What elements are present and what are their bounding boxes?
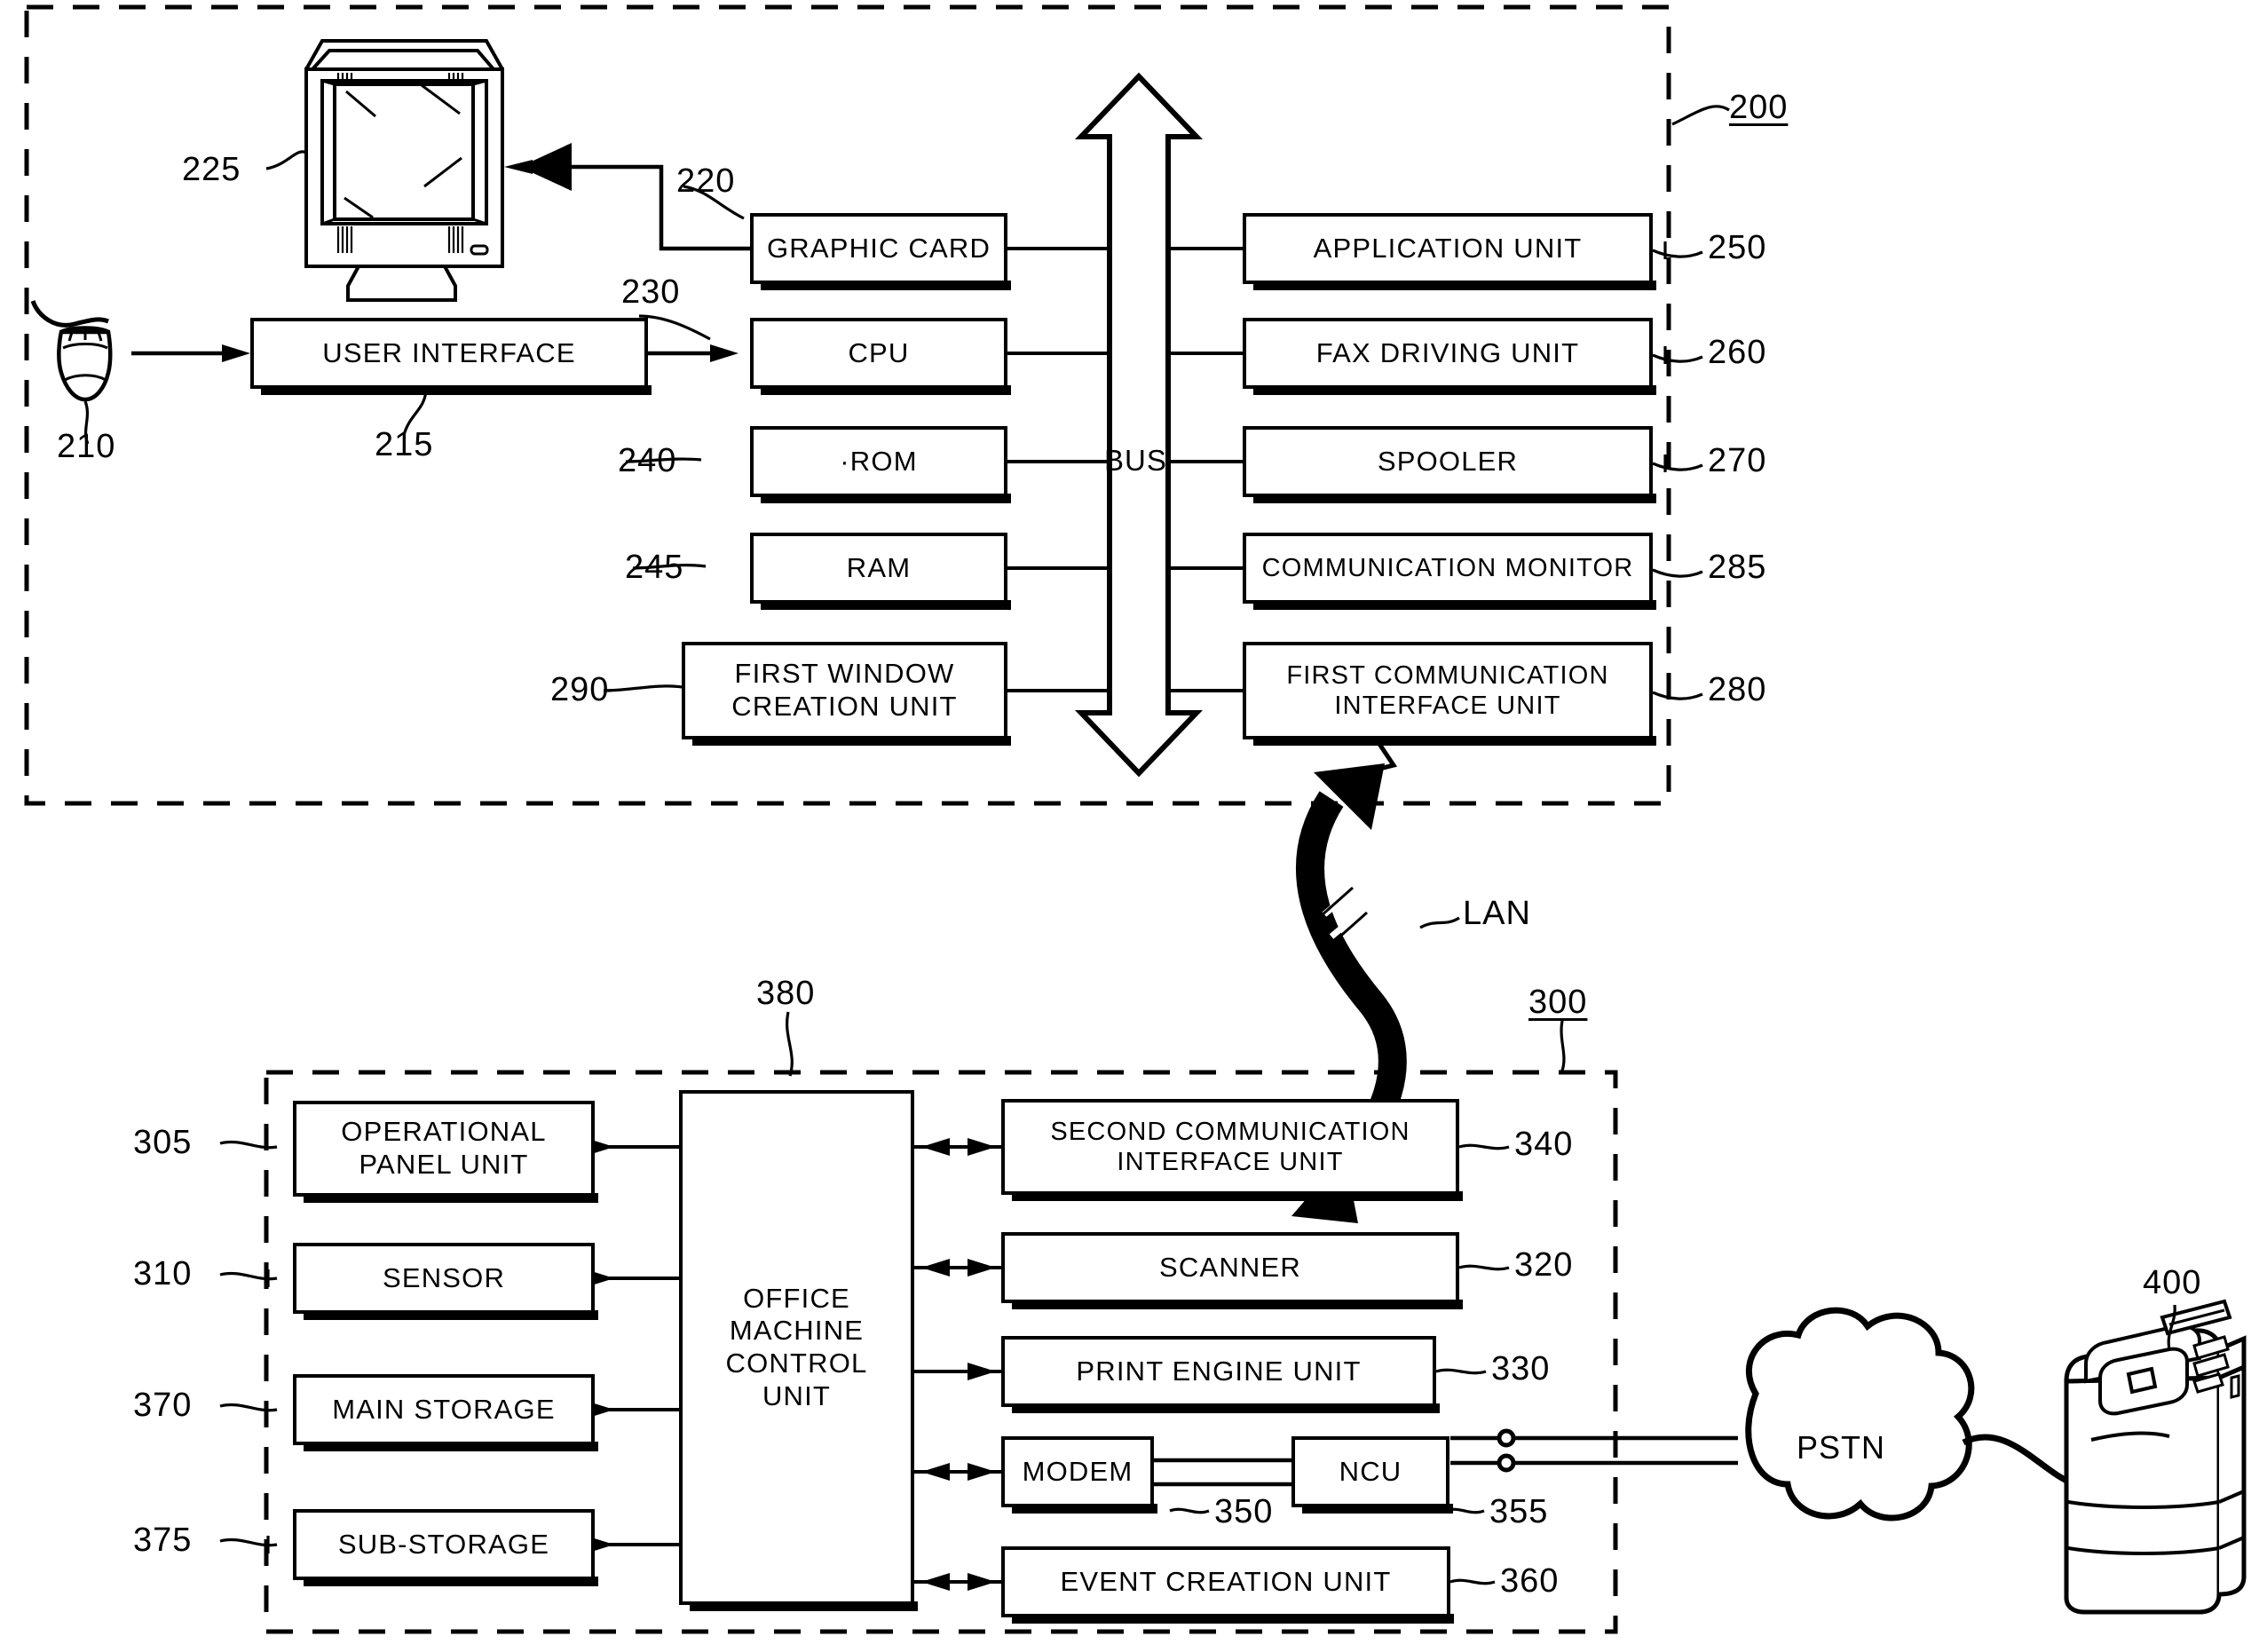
block-first-window-creation-unit-label: FIRST WINDOW CREATION UNIT <box>731 658 958 722</box>
block-ncu-label: NCU <box>1339 1455 1402 1487</box>
block-user-interface[interactable]: USER INTERFACE <box>250 318 652 395</box>
lan-label: LAN <box>1463 895 1531 932</box>
block-ncu[interactable]: NCU <box>1291 1436 1453 1514</box>
block-modem[interactable]: MODEM <box>1001 1436 1157 1514</box>
block-second-communication-interface-unit-label: SECOND COMMUNICATION INTERFACE UNIT <box>1050 1117 1410 1176</box>
block-communication-monitor-label: COMMUNICATION MONITOR <box>1261 553 1634 582</box>
ref-270: 270 <box>1708 442 1767 479</box>
block-print-engine-unit[interactable]: PRINT ENGINE UNIT <box>1001 1336 1440 1413</box>
ref-210: 210 <box>57 428 116 465</box>
block-first-window-creation-unit[interactable]: FIRST WINDOW CREATION UNIT <box>682 642 1011 746</box>
mouse-illustration <box>30 300 113 402</box>
host-left-wires <box>1007 247 1110 692</box>
fax-machine-illustration <box>2064 1299 2247 1615</box>
ref-250: 250 <box>1708 229 1767 266</box>
block-fax-driving-unit-label: FAX DRIVING UNIT <box>1315 336 1580 368</box>
ref-400: 400 <box>2143 1264 2202 1301</box>
ref-280: 280 <box>1708 671 1767 708</box>
block-cpu-label: CPU <box>848 336 910 368</box>
block-main-storage-label: MAIN STORAGE <box>332 1393 556 1425</box>
block-spooler-label: SPOOLER <box>1377 445 1519 477</box>
block-fax-driving-unit[interactable]: FAX DRIVING UNIT <box>1243 318 1656 395</box>
pstn-to-fax-cable <box>1962 1434 2077 1488</box>
block-print-engine-unit-label: PRINT ENGINE UNIT <box>1076 1355 1362 1387</box>
block-scanner-label: SCANNER <box>1159 1251 1301 1283</box>
block-ram-label: RAM <box>846 551 912 583</box>
block-office-machine-control-unit[interactable]: OFFICE MACHINE CONTROL UNIT <box>679 1090 918 1611</box>
block-sub-storage-label: SUB-STORAGE <box>337 1528 550 1560</box>
ref-260: 260 <box>1708 334 1767 371</box>
ref-285: 285 <box>1708 549 1767 586</box>
block-main-storage[interactable]: MAIN STORAGE <box>293 1374 598 1451</box>
block-operational-panel-unit[interactable]: OPERATIONAL PANEL UNIT <box>293 1101 598 1203</box>
block-sensor-label: SENSOR <box>382 1261 506 1293</box>
block-sub-storage[interactable]: SUB-STORAGE <box>293 1509 598 1586</box>
ref-230: 230 <box>621 273 681 311</box>
ncu-to-pstn-wires <box>1450 1428 1738 1473</box>
block-communication-monitor[interactable]: COMMUNICATION MONITOR <box>1243 533 1656 610</box>
ref-215: 215 <box>375 426 434 463</box>
block-cpu[interactable]: CPU <box>750 318 1011 395</box>
ref-245: 245 <box>625 549 684 586</box>
ref-360: 360 <box>1500 1562 1560 1600</box>
ref-305: 305 <box>133 1124 193 1161</box>
pstn-cloud <box>1745 1307 1975 1522</box>
block-first-communication-interface-unit[interactable]: FIRST COMMUNICATION INTERFACE UNIT <box>1243 642 1656 746</box>
block-second-communication-interface-unit[interactable]: SECOND COMMUNICATION INTERFACE UNIT <box>1001 1099 1463 1201</box>
ref-240: 240 <box>618 442 677 479</box>
ref-200: 200 <box>1729 89 1789 126</box>
block-rom-label: ·ROM <box>840 445 918 477</box>
ref-320: 320 <box>1514 1246 1574 1284</box>
block-application-unit-label: APPLICATION UNIT <box>1313 232 1583 264</box>
ref-375: 375 <box>133 1522 193 1559</box>
office-left-wires <box>371 1145 679 1546</box>
block-graphic-card-label: GRAPHIC CARD <box>766 232 991 264</box>
bus-arrow <box>1074 72 1204 778</box>
host-right-wires <box>1168 247 1243 692</box>
modem-ncu-wires <box>1154 1458 1291 1487</box>
ref-290: 290 <box>550 671 610 708</box>
block-modem-label: MODEM <box>1022 1455 1133 1487</box>
block-first-communication-interface-unit-label: FIRST COMMUNICATION INTERFACE UNIT <box>1286 660 1609 720</box>
block-ram[interactable]: RAM <box>750 533 1011 610</box>
office-right-wires <box>914 1145 1001 1584</box>
patent-figure-canvas: GRAPHIC CARD USER INTERFACE CPU ·ROM RAM… <box>0 0 2259 1652</box>
ref-300: 300 <box>1528 984 1588 1021</box>
block-user-interface-label: USER INTERFACE <box>322 336 576 368</box>
block-graphic-card[interactable]: GRAPHIC CARD <box>750 213 1011 290</box>
block-scanner[interactable]: SCANNER <box>1001 1232 1463 1309</box>
ref-220: 220 <box>676 162 736 200</box>
ref-225: 225 <box>182 151 241 188</box>
block-sensor[interactable]: SENSOR <box>293 1243 598 1320</box>
ref-355: 355 <box>1489 1493 1549 1530</box>
block-application-unit[interactable]: APPLICATION UNIT <box>1243 213 1656 290</box>
ref-340: 340 <box>1514 1126 1574 1163</box>
block-spooler[interactable]: SPOOLER <box>1243 426 1656 503</box>
office-right-arrowheads <box>921 1138 996 1591</box>
ref-310: 310 <box>133 1255 193 1292</box>
block-event-creation-unit[interactable]: EVENT CREATION UNIT <box>1001 1546 1454 1624</box>
ref-350: 350 <box>1214 1493 1274 1530</box>
monitor-arrowhead <box>504 160 533 174</box>
monitor-illustration <box>304 39 504 302</box>
ref-330: 330 <box>1491 1350 1551 1387</box>
ref-380: 380 <box>756 975 816 1012</box>
pstn-label: PSTN <box>1797 1429 1886 1466</box>
block-operational-panel-unit-label: OPERATIONAL PANEL UNIT <box>341 1116 547 1180</box>
ref-370: 370 <box>133 1387 193 1424</box>
block-event-creation-unit-label: EVENT CREATION UNIT <box>1060 1565 1392 1597</box>
block-rom[interactable]: ·ROM <box>750 426 1011 503</box>
bus-label: BUS <box>1104 444 1167 477</box>
block-office-machine-control-unit-label: OFFICE MACHINE CONTROL UNIT <box>725 1282 868 1411</box>
